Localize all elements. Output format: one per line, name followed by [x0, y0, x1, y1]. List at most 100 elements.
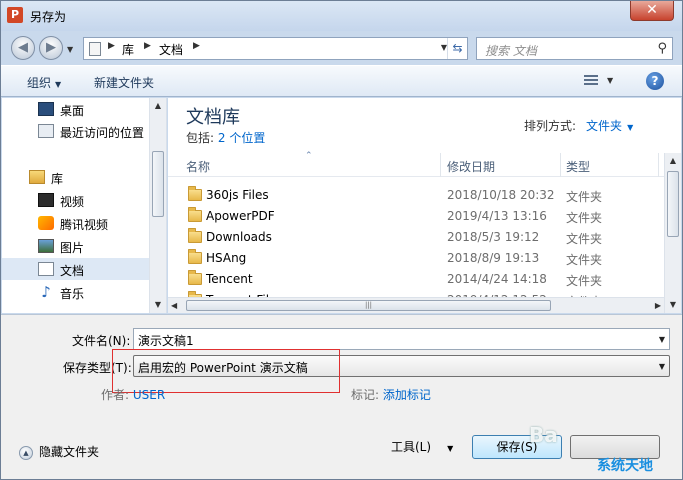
- address-bar[interactable]: ▶ 库 ▶ 文档 ▶ ▼ ⇆: [83, 37, 468, 60]
- recent-pages-chevron-icon[interactable]: ▼: [67, 45, 73, 54]
- file-type: 文件夹: [566, 190, 603, 204]
- help-button[interactable]: ?: [646, 72, 664, 90]
- sidebar-item-documents[interactable]: 文档: [2, 258, 150, 280]
- hide-folders-label: 隐藏文件夹: [39, 445, 100, 459]
- window-title: 另存为: [30, 10, 67, 24]
- filename-value[interactable]: 演示文稿1: [138, 332, 194, 349]
- tools-label: 工具(L): [391, 440, 432, 454]
- breadcrumb-library[interactable]: 库: [122, 41, 134, 58]
- sidebar-item-library[interactable]: 库: [2, 166, 150, 188]
- scroll-up-icon[interactable]: ▲: [150, 98, 166, 114]
- sidebar-item-label: 视频: [60, 195, 85, 209]
- column-name[interactable]: 名称: [186, 158, 210, 175]
- file-name: HSAng: [206, 251, 247, 265]
- search-input[interactable]: 搜索 文档: [485, 42, 537, 59]
- sidebar-item-tencent-video[interactable]: 腾讯视频: [2, 212, 150, 234]
- sidebar-item-label: 图片: [60, 241, 85, 255]
- file-row[interactable]: 360js Files 2018/10/18 20:32 文件夹: [168, 185, 664, 206]
- close-button[interactable]: ✕: [630, 1, 674, 21]
- navigation-pane: 桌面 最近访问的位置 库 视频 腾讯视频 图片 文档 ♪ 音乐 ▲ ▼: [2, 98, 167, 313]
- scroll-left-icon[interactable]: ◀: [171, 301, 177, 310]
- column-header: ⌃ 名称 修改日期 类型: [168, 151, 664, 177]
- chevron-down-icon[interactable]: ▼: [659, 362, 665, 371]
- breadcrumb-documents[interactable]: 文档: [159, 41, 183, 58]
- filename-label: 文件名(N):: [72, 334, 131, 348]
- sort-ascending-icon: ⌃: [305, 151, 313, 161]
- folder-icon: [188, 249, 202, 264]
- chevron-down-icon[interactable]: ▼: [627, 123, 633, 132]
- sidebar-item-videos[interactable]: 视频: [2, 189, 150, 211]
- forward-button[interactable]: ▶: [39, 36, 63, 60]
- file-list-vertical-scrollbar[interactable]: ▲ ▼: [664, 153, 681, 313]
- add-tags-link[interactable]: 添加标记: [383, 388, 431, 402]
- column-type[interactable]: 类型: [566, 158, 590, 175]
- tags-label: 标记:: [351, 388, 380, 402]
- organize-button[interactable]: 组织 ▼: [27, 74, 61, 91]
- forward-arrow-icon: ▶: [46, 40, 56, 55]
- file-type: 文件夹: [566, 274, 603, 288]
- scroll-right-icon[interactable]: ▶: [655, 301, 661, 310]
- scroll-down-icon[interactable]: ▼: [665, 297, 681, 313]
- sidebar-item-recent[interactable]: 最近访问的位置: [2, 120, 150, 142]
- column-divider[interactable]: [658, 153, 659, 177]
- sidebar-item-label: 腾讯视频: [60, 218, 109, 232]
- includes-locations-link[interactable]: 2 个位置: [218, 131, 265, 145]
- sidebar-item-label: 最近访问的位置: [60, 126, 145, 140]
- sidebar-item-desktop[interactable]: 桌面: [2, 98, 150, 120]
- breadcrumb-separator-icon[interactable]: ▶: [193, 41, 200, 51]
- recent-places-icon: [38, 124, 54, 138]
- tags-field: 标记: 添加标记: [351, 386, 431, 403]
- sidebar-item-music[interactable]: ♪ 音乐: [2, 281, 150, 303]
- close-icon: ✕: [646, 2, 658, 18]
- file-list-horizontal-scrollbar[interactable]: ◀ ||| ▶: [168, 297, 664, 313]
- file-name: 360js Files: [206, 188, 269, 202]
- arrange-by-dropdown[interactable]: 文件夹: [586, 119, 622, 133]
- horizontal-scroll-thumb[interactable]: |||: [186, 300, 551, 311]
- author-value[interactable]: USER: [133, 388, 165, 402]
- includes-label: 包括:: [186, 131, 215, 145]
- filename-field[interactable]: 演示文稿1 ▼: [133, 328, 670, 350]
- search-icon[interactable]: ⚲: [657, 41, 667, 56]
- file-list-pane: 文档库 包括: 2 个位置 排列方式: 文件夹 ▼ ⌃ 名称 修改日期 类型 360…: [168, 98, 681, 313]
- column-divider[interactable]: [440, 153, 441, 177]
- scroll-down-icon[interactable]: ▼: [150, 297, 166, 313]
- arrange-label: 排列方式:: [524, 119, 577, 133]
- folder-icon: [188, 207, 202, 222]
- chevron-down-icon[interactable]: ▼: [659, 335, 665, 344]
- sidebar-scroll-thumb[interactable]: [152, 151, 164, 217]
- sidebar-item-label: 音乐: [60, 287, 85, 301]
- view-dropdown-icon[interactable]: ▼: [607, 76, 613, 85]
- column-divider[interactable]: [560, 153, 561, 177]
- file-type: 文件夹: [566, 253, 603, 267]
- file-date: 2019/4/13 13:16: [447, 209, 547, 223]
- sidebar-item-label: 文档: [60, 264, 85, 278]
- column-date[interactable]: 修改日期: [447, 158, 495, 175]
- refresh-button[interactable]: ⇆: [447, 38, 467, 59]
- file-row[interactable]: Tencent 2014/4/24 14:18 文件夹: [168, 269, 664, 290]
- file-type: 文件夹: [566, 232, 603, 246]
- save-options-panel: 文件名(N): 演示文稿1 ▼ 保存类型(T): 启用宏的 PowerPoint…: [1, 314, 682, 479]
- tools-dropdown[interactable]: 工具(L) ▼: [391, 438, 453, 455]
- file-row[interactable]: Downloads 2018/5/3 19:12 文件夹: [168, 227, 664, 248]
- save-as-dialog: P 另存为 ✕ ◀ ▶ ▼ ▶ 库 ▶ 文档 ▶ ▼ ⇆ 搜索 文档 ⚲ 组织 ▼…: [0, 0, 683, 480]
- refresh-icon: ⇆: [452, 41, 463, 55]
- folder-icon: [188, 228, 202, 243]
- tencent-video-icon: [38, 216, 54, 230]
- new-folder-button[interactable]: 新建文件夹: [94, 74, 154, 91]
- chevron-down-icon: ▼: [55, 80, 62, 89]
- folder-icon: [188, 270, 202, 285]
- sidebar-item-pictures[interactable]: 图片: [2, 235, 150, 257]
- file-row[interactable]: ApowerPDF 2019/4/13 13:16 文件夹: [168, 206, 664, 227]
- scroll-up-icon[interactable]: ▲: [665, 153, 681, 169]
- view-options-icon[interactable]: [584, 74, 598, 88]
- hide-folders-button[interactable]: ▲ 隐藏文件夹: [19, 443, 99, 460]
- author-field: 作者: USER: [101, 386, 165, 403]
- file-row[interactable]: HSAng 2018/8/9 19:13 文件夹: [168, 248, 664, 269]
- back-button[interactable]: ◀: [11, 36, 35, 60]
- search-box[interactable]: 搜索 文档 ⚲: [476, 37, 673, 60]
- collapse-up-icon: ▲: [19, 445, 33, 460]
- breadcrumb-separator-icon[interactable]: ▶: [108, 41, 115, 51]
- file-list-scroll-thumb[interactable]: [667, 171, 679, 237]
- sidebar-scrollbar[interactable]: ▲ ▼: [149, 98, 166, 313]
- breadcrumb-separator-icon[interactable]: ▶: [144, 41, 151, 51]
